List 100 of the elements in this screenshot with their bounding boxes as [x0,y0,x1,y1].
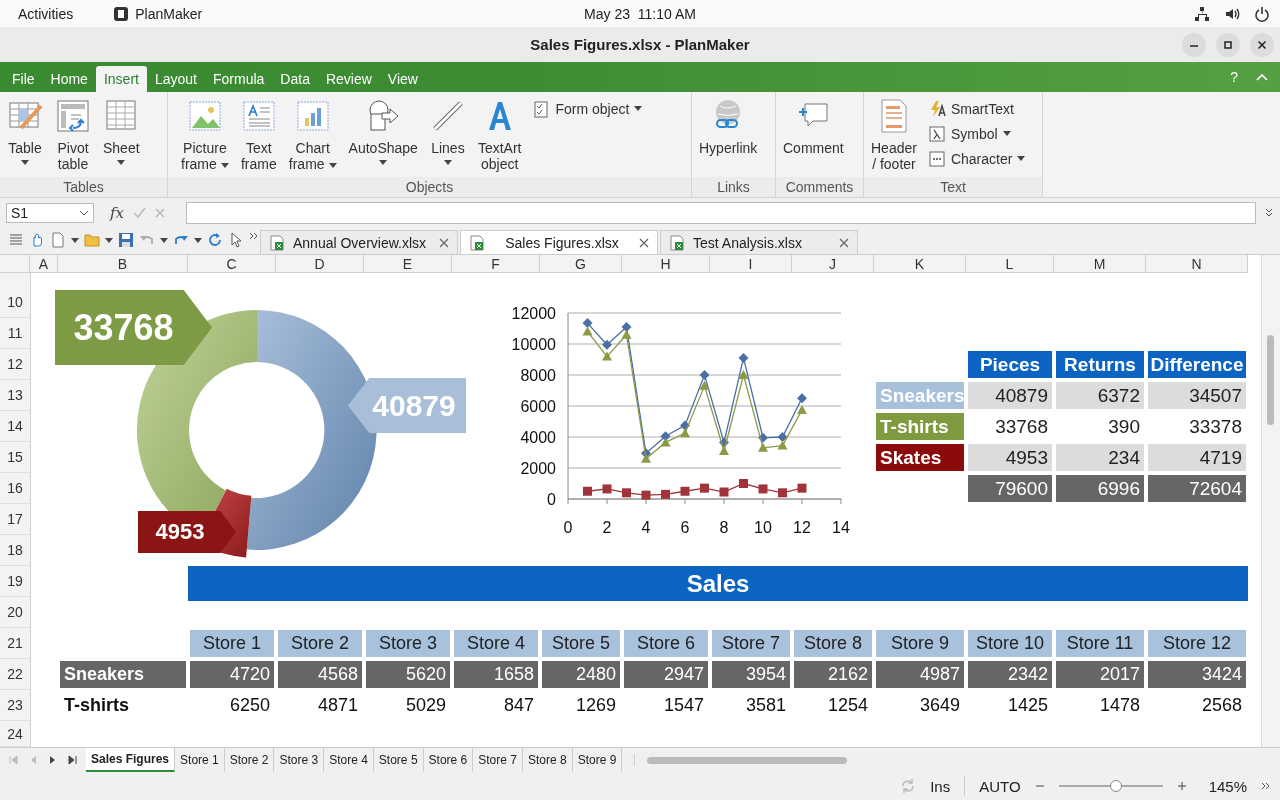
menu-tab[interactable]: View [379,66,426,92]
table-cell-text: 1425 [1006,694,1049,717]
ribbon-button[interactable]: Lines [424,96,471,177]
ribbon-button[interactable]: Text frame [235,96,282,177]
banner: Sales [188,566,1248,601]
calculation-mode-indicator[interactable]: AUTO [979,777,1021,795]
menu-tab[interactable]: Layout [146,66,205,92]
menu-tab[interactable]: Insert [95,66,147,92]
row-header[interactable]: 21 [0,628,30,659]
insert-mode-indicator[interactable]: Ins [930,777,951,795]
slider-thumb[interactable] [1109,780,1122,792]
ribbon-button[interactable]: Form object [528,96,647,121]
menu-tab[interactable]: Formula [205,66,273,92]
close-icon[interactable] [439,237,449,248]
data-point [641,490,651,500]
collapse-ribbon-icon[interactable] [1256,73,1268,81]
row-header[interactable]: 11 [0,318,30,349]
row-header[interactable]: 23 [0,690,30,721]
formula-input[interactable] [186,201,1256,224]
ribbon-button[interactable]: Comment [778,96,849,177]
app-menu[interactable]: PlanMaker [135,5,203,22]
close-icon[interactable] [639,237,649,248]
function-button[interactable]: fx [110,203,124,222]
row-header[interactable]: 17 [0,504,30,535]
column-header[interactable]: H [622,255,710,273]
row-header[interactable]: 18 [0,535,30,566]
column-header[interactable]: M [1054,255,1146,273]
activities-button[interactable]: Activities [18,5,74,22]
column-header[interactable]: J [792,255,874,273]
menu-tab[interactable]: File [4,66,43,92]
pointer-icon[interactable] [228,232,244,248]
row-header[interactable]: 13 [0,380,30,411]
network-icon[interactable] [1194,5,1210,22]
table-header: Store 5 [542,630,620,657]
power-icon[interactable] [1254,5,1270,22]
column-header[interactable]: B [58,255,188,273]
vertical-scrollbar[interactable] [1261,255,1280,747]
row-header[interactable]: 19 [0,566,30,597]
row-header[interactable]: 20 [0,597,30,628]
refresh-icon[interactable] [207,232,223,248]
row-header[interactable]: 15 [0,442,30,473]
document-tab[interactable]: Annual Overview.xlsx [260,230,458,254]
table-cell: 4720 [190,661,274,688]
row-header[interactable]: 12 [0,349,30,380]
close-button[interactable] [1250,33,1274,57]
ribbon-button[interactable]: Hyperlink [694,96,763,177]
ribbon-button[interactable]: Pivot table [50,96,96,177]
table-cell: 40879 [968,382,1052,409]
table-header: Store 7 [712,630,790,657]
row-header[interactable]: 16 [0,473,30,504]
expand-icon[interactable] [1264,207,1274,218]
folder-icon[interactable] [84,232,100,248]
last-sheet-icon[interactable] [68,755,78,765]
ribbon-button[interactable]: Table [2,96,48,177]
ribbon-button[interactable]: Chart frame [283,96,342,177]
menu-tab[interactable]: Data [272,66,318,92]
menu-tab[interactable]: Home [42,66,96,92]
menu-tab[interactable]: Review [317,66,380,92]
column-header[interactable]: C [188,255,276,273]
column-header[interactable]: I [710,255,792,273]
zoom-in-icon[interactable] [1176,781,1187,791]
data-point [680,486,690,496]
save-icon[interactable] [118,232,134,248]
scrollbar-thumb[interactable] [1267,335,1274,425]
close-icon[interactable] [839,237,849,248]
scrollbar-thumb[interactable] [647,757,848,764]
data-point [719,445,729,455]
more-icon[interactable] [1261,782,1270,790]
new-document-icon[interactable] [50,232,66,248]
check-icon[interactable] [132,205,146,220]
column-header[interactable]: K [874,255,966,273]
table-cell-text: 1269 [574,694,617,717]
ribbon-button[interactable]: AutoShape [343,96,423,177]
column-header[interactable]: E [364,255,452,273]
column-header[interactable]: N [1146,255,1248,273]
ribbon-button[interactable]: SmartText [923,96,1030,121]
clock[interactable]: May 23 11:10 AM [584,5,696,22]
axis-label: 10 [754,519,772,536]
minimize-button[interactable] [1182,33,1206,57]
maximize-button[interactable] [1216,33,1240,57]
ribbon-button[interactable]: Picture frame [176,96,234,177]
ribbon-button[interactable]: Symbol [923,121,1030,146]
column-header[interactable]: L [966,255,1054,273]
ribbon-button[interactable]: Character [923,146,1030,171]
sheet-tab[interactable]: Sales Figures [86,748,176,772]
zoom-level[interactable]: 145% [1208,777,1247,795]
column-header[interactable]: A [30,255,58,273]
ribbon-button[interactable]: Header / footer [866,96,922,177]
column-header[interactable]: G [540,255,622,273]
cell-reference-field[interactable]: S1 [6,202,94,223]
column-header[interactable]: D [276,255,364,273]
row-header[interactable]: 14 [0,411,30,442]
ribbon-button[interactable]: TextArt object [472,96,527,177]
row-header[interactable]: 22 [0,659,30,690]
document-tab[interactable]: Test Analysis.xlsx [660,230,858,254]
row-header[interactable]: 10 [0,287,30,318]
column-header[interactable]: F [452,255,540,273]
ribbon-button[interactable]: Sheet [98,96,145,177]
document-tab[interactable]: Sales Figures.xlsx [460,230,658,254]
menu-icon[interactable] [8,232,24,248]
